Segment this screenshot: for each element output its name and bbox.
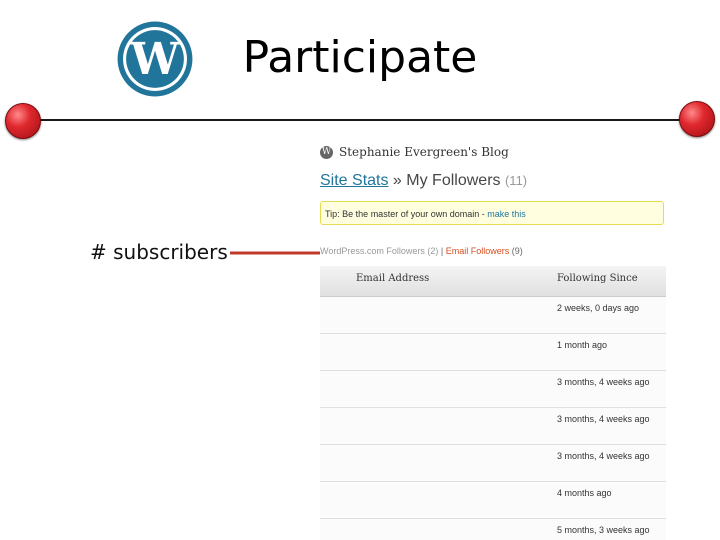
followers-table: Email Address Following Since 2 weeks, 0… bbox=[320, 266, 666, 540]
followers-count: (11) bbox=[504, 173, 528, 188]
following-since-cell: 3 months, 4 weeks ago bbox=[557, 451, 650, 461]
following-since-cell: 1 month ago bbox=[557, 340, 608, 350]
wordpress-followers-link[interactable]: WordPress.com Followers (2) bbox=[320, 246, 438, 256]
filter-divider: | bbox=[438, 246, 446, 256]
follower-filters: WordPress.com Followers (2) | Email Foll… bbox=[320, 246, 523, 256]
make-this-link[interactable]: make this bbox=[487, 209, 526, 219]
title-rule bbox=[30, 119, 694, 121]
table-row: 2 weeks, 0 days ago bbox=[320, 297, 666, 334]
followers-screenshot: W Stephanie Evergreen's Blog Site Stats … bbox=[320, 140, 666, 540]
table-row: 3 months, 4 weeks ago bbox=[320, 408, 666, 445]
blog-name: Stephanie Evergreen's Blog bbox=[339, 145, 509, 159]
column-following-since[interactable]: Following Since bbox=[557, 273, 638, 284]
svg-text:W: W bbox=[129, 34, 180, 85]
table-row: 1 month ago bbox=[320, 334, 666, 371]
following-since-cell: 5 months, 3 weeks ago bbox=[557, 525, 650, 535]
email-followers-count: (9) bbox=[511, 246, 523, 256]
table-row: 5 months, 3 weeks ago bbox=[320, 519, 666, 540]
table-row: 3 months, 4 weeks ago bbox=[320, 445, 666, 482]
left-pin-icon bbox=[5, 103, 41, 139]
table-header: Email Address Following Since bbox=[320, 266, 666, 297]
subscribers-annotation: # subscribers bbox=[90, 240, 228, 264]
page-heading: Site Stats » My Followers (11) bbox=[320, 172, 527, 190]
breadcrumb-separator: » bbox=[388, 172, 407, 189]
tip-text: Tip: Be the master of your own domain - bbox=[325, 209, 488, 219]
table-row: 3 months, 4 weeks ago bbox=[320, 371, 666, 408]
following-since-cell: 3 months, 4 weeks ago bbox=[557, 414, 650, 424]
wordpress-logo: W bbox=[117, 21, 193, 97]
right-pin-icon bbox=[679, 101, 715, 137]
tip-banner: Tip: Be the master of your own domain - … bbox=[320, 201, 664, 225]
following-since-cell: 3 months, 4 weeks ago bbox=[557, 377, 650, 387]
slide-title: Participate bbox=[242, 32, 478, 83]
wordpress-small-icon: W bbox=[320, 145, 333, 159]
page-title: My Followers bbox=[406, 172, 501, 189]
blog-header: W Stephanie Evergreen's Blog bbox=[320, 144, 509, 160]
table-row: 4 months ago bbox=[320, 482, 666, 519]
column-email-address[interactable]: Email Address bbox=[356, 273, 429, 284]
site-stats-link[interactable]: Site Stats bbox=[320, 172, 388, 189]
following-since-cell: 2 weeks, 0 days ago bbox=[557, 303, 640, 313]
email-followers-link[interactable]: Email Followers bbox=[446, 246, 510, 256]
following-since-cell: 4 months ago bbox=[557, 488, 612, 498]
